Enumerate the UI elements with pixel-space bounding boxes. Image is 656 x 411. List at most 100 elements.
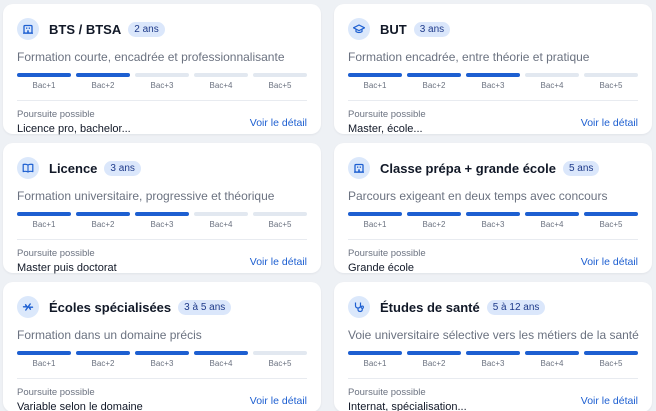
card-header: BUT 3 ans bbox=[348, 18, 638, 40]
level-step: Bac+2 bbox=[407, 351, 461, 368]
level-label: Bac+5 bbox=[268, 359, 292, 368]
level-label: Bac+2 bbox=[422, 359, 446, 368]
level-step: Bac+2 bbox=[407, 73, 461, 90]
level-track: Bac+1 Bac+2 Bac+3 Bac+4 Bac+5 bbox=[348, 351, 638, 368]
level-bar bbox=[194, 73, 248, 77]
level-label: Bac+2 bbox=[91, 81, 115, 90]
level-bar bbox=[525, 73, 579, 77]
detail-link[interactable]: Voir le détail bbox=[250, 395, 307, 411]
card-header: Licence 3 ans bbox=[17, 157, 307, 179]
level-step: Bac+2 bbox=[407, 212, 461, 229]
book-icon bbox=[17, 157, 39, 179]
level-bar bbox=[407, 212, 461, 216]
level-label: Bac+3 bbox=[150, 359, 174, 368]
level-label: Bac+4 bbox=[209, 359, 233, 368]
level-bar bbox=[407, 73, 461, 77]
level-label: Bac+3 bbox=[150, 220, 174, 229]
level-bar bbox=[525, 212, 579, 216]
level-label: Bac+2 bbox=[91, 359, 115, 368]
stethoscope-icon bbox=[348, 296, 370, 318]
level-step: Bac+4 bbox=[525, 73, 579, 90]
formation-card: Classe prépa + grande école 5 ans Parcou… bbox=[334, 143, 652, 274]
pursuit-label: Poursuite possible bbox=[348, 109, 426, 120]
detail-link[interactable]: Voir le détail bbox=[250, 256, 307, 274]
card-header: Études de santé 5 à 12 ans bbox=[348, 296, 638, 318]
level-label: Bac+4 bbox=[209, 220, 233, 229]
card-footer: Poursuite possible Master, école... Voir… bbox=[348, 109, 638, 135]
level-step: Bac+3 bbox=[135, 73, 189, 90]
level-bar bbox=[466, 73, 520, 77]
duration-badge: 3 ans bbox=[413, 21, 451, 37]
duration-badge: 2 ans bbox=[128, 21, 165, 37]
card-description: Parcours exigeant en deux temps avec con… bbox=[348, 189, 608, 203]
level-label: Bac+4 bbox=[540, 81, 564, 90]
level-step: Bac+5 bbox=[584, 212, 638, 229]
card-title: Études de santé bbox=[380, 299, 480, 315]
level-step: Bac+3 bbox=[466, 351, 520, 368]
pursuit-block: Poursuite possible Master puis doctorat bbox=[17, 248, 117, 274]
level-track: Bac+1 Bac+2 Bac+3 Bac+4 Bac+5 bbox=[348, 212, 638, 229]
card-header: Écoles spécialisées 3 à 5 ans bbox=[17, 296, 307, 318]
divider bbox=[348, 378, 638, 379]
level-bar bbox=[348, 351, 402, 355]
level-step: Bac+1 bbox=[17, 212, 71, 229]
card-title: Écoles spécialisées bbox=[49, 299, 172, 315]
detail-link[interactable]: Voir le détail bbox=[581, 256, 638, 274]
level-bar bbox=[466, 212, 520, 216]
level-label: Bac+1 bbox=[363, 81, 387, 90]
divider bbox=[348, 100, 638, 101]
detail-link[interactable]: Voir le détail bbox=[581, 117, 638, 135]
level-step: Bac+2 bbox=[76, 212, 130, 229]
duration-badge: 3 ans bbox=[104, 160, 141, 176]
level-label: Bac+1 bbox=[363, 220, 387, 229]
card-description: Formation courte, encadrée et profession… bbox=[17, 50, 285, 64]
pursuit-block: Poursuite possible Grande école bbox=[348, 248, 426, 274]
level-bar bbox=[135, 73, 189, 77]
level-step: Bac+3 bbox=[135, 212, 189, 229]
level-step: Bac+5 bbox=[584, 351, 638, 368]
level-bar bbox=[525, 351, 579, 355]
detail-link[interactable]: Voir le détail bbox=[581, 395, 638, 411]
level-bar bbox=[17, 212, 71, 216]
pursuit-label: Poursuite possible bbox=[348, 387, 426, 398]
bolt-icon bbox=[17, 296, 39, 318]
card-header: Classe prépa + grande école 5 ans bbox=[348, 157, 638, 179]
level-label: Bac+4 bbox=[209, 81, 233, 90]
pursuit-label: Poursuite possible bbox=[17, 248, 95, 259]
detail-link[interactable]: Voir le détail bbox=[250, 117, 307, 135]
level-track: Bac+1 Bac+2 Bac+3 Bac+4 Bac+5 bbox=[17, 351, 307, 368]
formation-card: Licence 3 ans Formation universitaire, p… bbox=[3, 143, 321, 274]
card-title: Licence bbox=[49, 160, 98, 176]
pursuit-value: Variable selon le domaine bbox=[17, 401, 143, 411]
card-footer: Poursuite possible Internat, spécialisat… bbox=[348, 387, 638, 411]
level-label: Bac+1 bbox=[32, 359, 56, 368]
card-footer: Poursuite possible Master puis doctorat … bbox=[17, 248, 307, 274]
level-bar bbox=[584, 212, 638, 216]
level-bar bbox=[76, 212, 130, 216]
level-bar bbox=[253, 351, 307, 355]
level-step: Bac+1 bbox=[348, 73, 402, 90]
level-label: Bac+3 bbox=[481, 220, 505, 229]
card-description: Formation dans un domaine précis bbox=[17, 328, 202, 342]
level-bar bbox=[253, 73, 307, 77]
level-step: Bac+3 bbox=[466, 73, 520, 90]
level-step: Bac+4 bbox=[194, 351, 248, 368]
level-step: Bac+1 bbox=[17, 73, 71, 90]
formation-card: BUT 3 ans Formation encadrée, entre théo… bbox=[334, 4, 652, 135]
level-bar bbox=[135, 212, 189, 216]
pursuit-block: Poursuite possible Licence pro, bachelor… bbox=[17, 109, 131, 135]
card-description: Formation encadrée, entre théorie et pra… bbox=[348, 50, 590, 64]
level-bar bbox=[76, 73, 130, 77]
card-footer: Poursuite possible Licence pro, bachelor… bbox=[17, 109, 307, 135]
divider bbox=[17, 239, 307, 240]
level-step: Bac+4 bbox=[194, 212, 248, 229]
level-step: Bac+4 bbox=[525, 212, 579, 229]
card-header: BTS / BTSA 2 ans bbox=[17, 18, 307, 40]
level-label: Bac+4 bbox=[540, 220, 564, 229]
pursuit-value: Master, école... bbox=[348, 123, 423, 135]
level-label: Bac+3 bbox=[481, 81, 505, 90]
level-bar bbox=[76, 351, 130, 355]
pursuit-block: Poursuite possible Internat, spécialisat… bbox=[348, 387, 467, 411]
level-label: Bac+1 bbox=[32, 220, 56, 229]
level-bar bbox=[584, 351, 638, 355]
